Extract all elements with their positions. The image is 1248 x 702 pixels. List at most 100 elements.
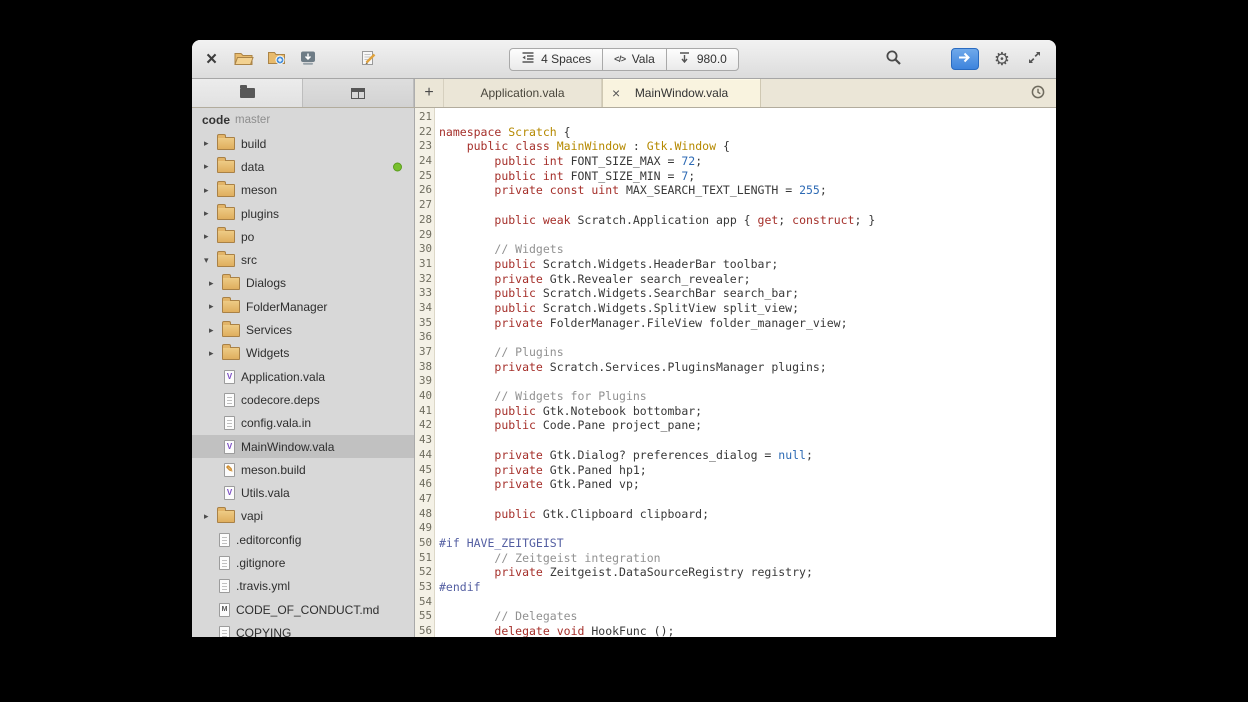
goto-line-button[interactable]: 980.0 [666, 48, 739, 71]
folder-icon [217, 160, 235, 173]
folder-icon [217, 230, 235, 243]
tree-item-src[interactable]: ▾src [192, 248, 414, 271]
tree-item-config-vala-in[interactable]: config.vala.in [192, 412, 414, 435]
language-button[interactable]: </> Vala [602, 48, 667, 71]
expander-icon[interactable]: ▸ [204, 138, 217, 149]
tree-item-mainwindow-vala[interactable]: VMainWindow.vala [192, 435, 414, 458]
tree-item-editorconfig[interactable]: .editorconfig [192, 528, 414, 551]
code-line-42[interactable]: 42 public Code.Pane project_pane; [415, 418, 1056, 433]
code-line-53[interactable]: 53#endif [415, 580, 1056, 595]
tree-item-gitignore[interactable]: .gitignore [192, 551, 414, 574]
expander-icon[interactable]: ▸ [209, 348, 222, 359]
tree-item-foldermanager[interactable]: ▸FolderManager [192, 295, 414, 318]
code-line-54[interactable]: 54 [415, 595, 1056, 610]
code-line-43[interactable]: 43 [415, 433, 1056, 448]
expander-icon[interactable]: ▸ [204, 185, 217, 196]
expander-icon[interactable]: ▸ [209, 325, 222, 336]
tree-item-plugins[interactable]: ▸plugins [192, 202, 414, 225]
code-line-56[interactable]: 56 delegate void HookFunc (); [415, 624, 1056, 637]
code-lines: 2122namespace Scratch {23 public class M… [415, 108, 1056, 637]
code-text: private Gtk.Paned hp1; [434, 463, 647, 477]
tree-item-meson[interactable]: ▸meson [192, 179, 414, 202]
file-name: config.vala.in [241, 416, 311, 430]
code-line-48[interactable]: 48 public Gtk.Clipboard clipboard; [415, 507, 1056, 522]
history-button[interactable] [1020, 79, 1056, 107]
file-name: meson.build [241, 463, 306, 477]
tree-item-application-vala[interactable]: VApplication.vala [192, 365, 414, 388]
code-line-30[interactable]: 30 // Widgets [415, 242, 1056, 257]
code-line-45[interactable]: 45 private Gtk.Paned hp1; [415, 463, 1056, 478]
code-line-32[interactable]: 32 private Gtk.Revealer search_revealer; [415, 272, 1056, 287]
code-line-23[interactable]: 23 public class MainWindow : Gtk.Window … [415, 139, 1056, 154]
expander-icon[interactable]: ▸ [204, 511, 217, 522]
code-line-52[interactable]: 52 private Zeitgeist.DataSourceRegistry … [415, 565, 1056, 580]
tab-mainwindow-vala[interactable]: × MainWindow.vala [602, 79, 761, 107]
tab-application-vala[interactable]: Application.vala [443, 79, 602, 107]
tree-item-widgets[interactable]: ▸Widgets [192, 342, 414, 365]
tree-item-vapi[interactable]: ▸vapi [192, 505, 414, 528]
save-as-button[interactable] [358, 48, 379, 71]
code-line-28[interactable]: 28 public weak Scratch.Application app {… [415, 213, 1056, 228]
code-line-46[interactable]: 46 private Gtk.Paned vp; [415, 477, 1056, 492]
code-line-33[interactable]: 33 public Scratch.Widgets.SearchBar sear… [415, 286, 1056, 301]
code-line-31[interactable]: 31 public Scratch.Widgets.HeaderBar tool… [415, 257, 1056, 272]
settings-button[interactable]: ⚙ [992, 48, 1012, 70]
new-tab-button[interactable]: + [415, 79, 443, 107]
tree-item-build[interactable]: ▸build [192, 132, 414, 155]
code-line-29[interactable]: 29 [415, 228, 1056, 243]
code-line-37[interactable]: 37 // Plugins [415, 345, 1056, 360]
code-line-47[interactable]: 47 [415, 492, 1056, 507]
expander-icon[interactable]: ▸ [209, 278, 222, 289]
code-line-34[interactable]: 34 public Scratch.Widgets.SplitView spli… [415, 301, 1056, 316]
tree-item-po[interactable]: ▸po [192, 225, 414, 248]
code-line-50[interactable]: 50#if HAVE_ZEITGEIST [415, 536, 1056, 551]
expander-icon[interactable]: ▸ [204, 161, 217, 172]
code-line-44[interactable]: 44 private Gtk.Dialog? preferences_dialo… [415, 448, 1056, 463]
code-line-35[interactable]: 35 private FolderManager.FileView folder… [415, 316, 1056, 331]
tree-item-dialogs[interactable]: ▸Dialogs [192, 272, 414, 295]
line-number: 31 [415, 257, 434, 272]
code-line-21[interactable]: 21 [415, 110, 1056, 125]
tree-item-travis-yml[interactable]: .travis.yml [192, 575, 414, 598]
code-line-22[interactable]: 22namespace Scratch { [415, 125, 1056, 140]
code-line-40[interactable]: 40 // Widgets for Plugins [415, 389, 1056, 404]
tree-item-code-of-conduct-md[interactable]: MCODE_OF_CONDUCT.md [192, 598, 414, 621]
templates-button[interactable] [265, 48, 288, 70]
open-file-button[interactable] [231, 48, 256, 71]
outline-view-toggle[interactable] [303, 79, 414, 107]
expander-icon[interactable]: ▸ [204, 208, 217, 219]
project-header[interactable]: code master [192, 108, 414, 132]
close-button[interactable]: × [204, 48, 219, 71]
tree-item-services[interactable]: ▸Services [192, 318, 414, 341]
code-line-49[interactable]: 49 [415, 521, 1056, 536]
code-text: public Scratch.Widgets.SearchBar search_… [434, 286, 799, 300]
code-line-51[interactable]: 51 // Zeitgeist integration [415, 551, 1056, 566]
code-line-38[interactable]: 38 private Scratch.Services.PluginsManag… [415, 360, 1056, 375]
save-button[interactable] [297, 48, 319, 71]
tree-item-codecore-deps[interactable]: codecore.deps [192, 388, 414, 411]
code-line-24[interactable]: 24 public int FONT_SIZE_MAX = 72; [415, 154, 1056, 169]
tree-item-utils-vala[interactable]: VUtils.vala [192, 481, 414, 504]
expander-icon[interactable]: ▸ [209, 301, 222, 312]
code-line-36[interactable]: 36 [415, 330, 1056, 345]
code-line-55[interactable]: 55 // Delegates [415, 609, 1056, 624]
expander-icon[interactable]: ▸ [204, 231, 217, 242]
fullscreen-button[interactable] [1025, 48, 1044, 70]
project-view-toggle[interactable] [192, 79, 303, 107]
code-editor[interactable]: 2122namespace Scratch {23 public class M… [415, 108, 1056, 637]
code-line-25[interactable]: 25 public int FONT_SIZE_MIN = 7; [415, 169, 1056, 184]
share-button[interactable] [951, 48, 979, 70]
code-line-41[interactable]: 41 public Gtk.Notebook bottombar; [415, 404, 1056, 419]
search-button[interactable] [883, 47, 904, 71]
indent-width-button[interactable]: 4 Spaces [509, 48, 603, 71]
tree-item-copying[interactable]: COPYING [192, 621, 414, 637]
tree-item-meson-build[interactable]: ✎meson.build [192, 458, 414, 481]
open-folder-icon [233, 50, 254, 69]
code-line-27[interactable]: 27 [415, 198, 1056, 213]
tree-item-data[interactable]: ▸data [192, 155, 414, 178]
code-line-26[interactable]: 26 private const uint MAX_SEARCH_TEXT_LE… [415, 183, 1056, 198]
code-line-39[interactable]: 39 [415, 374, 1056, 389]
project-branch: master [235, 114, 270, 126]
expander-icon[interactable]: ▾ [204, 255, 217, 266]
tab-close-button[interactable]: × [612, 86, 620, 100]
